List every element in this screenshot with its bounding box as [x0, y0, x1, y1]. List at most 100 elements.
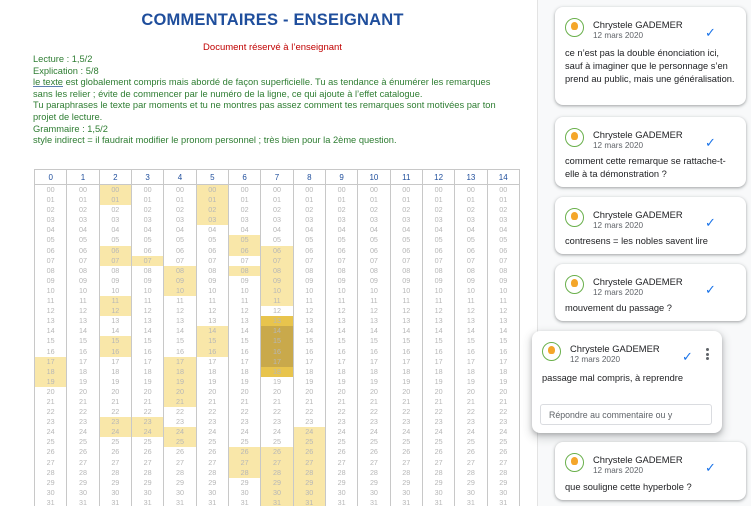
grid-column: 00 01 02 03 04 05 06 07 08 09 10 11 12 13 14 15 16 17 18 19…	[227, 184, 262, 506]
line-number: 28	[143, 467, 152, 477]
line-number: 23	[499, 417, 508, 427]
line-number: 09	[499, 275, 508, 285]
line-number: 24	[369, 427, 378, 437]
line-number: 27	[261, 457, 293, 468]
line-number: 22	[337, 407, 346, 417]
line-number: 16	[337, 346, 346, 356]
line-number: 27	[337, 457, 346, 467]
line-number: 15	[196, 336, 228, 347]
grid-column: 00 01 02 03 04 05 06 07 08 09 10 11 12 13 14 15 16 17 18 19…	[292, 184, 326, 506]
comment-card-5-active[interactable]: Chrystele GADEMER 12 mars 2020 ✓ passage…	[532, 331, 722, 433]
line-number: 31	[143, 497, 152, 506]
line-number: 06	[305, 245, 314, 255]
line-number: 00	[272, 185, 281, 194]
comment-card-6[interactable]: Chrystele GADEMER 12 mars 2020 ✓ que sou…	[555, 442, 746, 500]
comment-card-4[interactable]: Chrystele GADEMER 12 mars 2020 ✓ mouveme…	[555, 264, 746, 321]
line-number: 04	[78, 225, 87, 235]
line-number: 14	[261, 326, 293, 337]
comment-card-1[interactable]: Chrystele GADEMER 12 mars 2020 ✓ ce n’es…	[555, 7, 746, 105]
line-number: 28	[261, 467, 293, 478]
checkmark-icon[interactable]: ✓	[682, 349, 693, 365]
line-number: 28	[434, 467, 443, 477]
grid-column: 00 01 02 03 04 05 06 07 08 09 10 11 12 13 14 15 16 17 18 19…	[163, 184, 197, 506]
line-number: 10	[434, 285, 443, 295]
line-number: 15	[402, 336, 411, 346]
line-number: 20	[208, 386, 217, 396]
line-number: 20	[240, 386, 249, 396]
line-number: 29	[261, 477, 293, 488]
line-number: 26	[175, 447, 184, 457]
checkmark-icon[interactable]: ✓	[705, 282, 716, 298]
line-number: 28	[293, 467, 325, 478]
line-number: 25	[240, 437, 249, 447]
checkmark-icon[interactable]: ✓	[705, 215, 716, 231]
line-number: 24	[46, 427, 55, 437]
line-number: 06	[434, 245, 443, 255]
texte-link[interactable]: le texte	[33, 77, 63, 87]
comment-text: passage mal compris, à reprendre	[542, 373, 684, 383]
avatar-icon	[542, 342, 561, 361]
line-number: 11	[46, 296, 55, 306]
line-number: 31	[208, 497, 217, 506]
line-number: 15	[337, 336, 346, 346]
line-number: 29	[434, 477, 443, 487]
comment-card-2[interactable]: Chrystele GADEMER 12 mars 2020 ✓ comment…	[555, 117, 746, 187]
more-vert-icon[interactable]	[706, 348, 709, 362]
line-number: 02	[78, 205, 87, 215]
line-number: 18	[208, 366, 217, 376]
line-number: 03	[78, 215, 87, 225]
avatar-icon	[565, 18, 584, 37]
line-number: 05	[143, 235, 152, 245]
line-number: 08	[261, 265, 293, 276]
line-number: 05	[337, 235, 346, 245]
line-number: 01	[240, 195, 249, 205]
line-number: 09	[402, 275, 411, 285]
line-number: 30	[337, 487, 346, 497]
line-number: 29	[111, 477, 120, 487]
line-number: 26	[369, 447, 378, 457]
comment-card-3[interactable]: Chrystele GADEMER 12 mars 2020 ✓ contres…	[555, 197, 746, 254]
line-number: 11	[143, 296, 152, 306]
line-number: 04	[208, 225, 217, 235]
reply-input[interactable]: Répondre au commentaire ou y	[540, 404, 712, 425]
line-number: 27	[293, 457, 325, 468]
line-number: 21	[78, 396, 87, 406]
comment-date: 12 mars 2020	[570, 355, 621, 364]
grid-column-header: 4	[163, 169, 197, 185]
line-number: 03	[369, 215, 378, 225]
line-number: 29	[466, 477, 475, 487]
checkmark-icon[interactable]: ✓	[705, 135, 716, 151]
line-number: 14	[175, 326, 184, 336]
line-number: 09	[240, 275, 249, 285]
line-number: 16	[46, 346, 55, 356]
comment-date: 12 mars 2020	[593, 288, 644, 297]
line-number: 15	[305, 336, 314, 346]
line-number: 02	[272, 205, 281, 215]
line-number: 14	[369, 326, 378, 336]
line-number: 19	[434, 376, 443, 386]
checkmark-icon[interactable]: ✓	[705, 25, 716, 41]
line-number: 04	[402, 225, 411, 235]
line-number: 00	[99, 185, 131, 196]
line-number: 21	[111, 396, 120, 406]
line-number: 00	[240, 185, 249, 194]
line-number: 10	[466, 285, 475, 295]
line-number: 17	[369, 356, 378, 366]
line-number: 02	[46, 205, 55, 215]
line-number: 26	[434, 447, 443, 457]
line-number: 25	[78, 437, 87, 447]
line-number: 12	[305, 306, 314, 316]
line-number: 20	[402, 386, 411, 396]
line-number: 04	[143, 225, 152, 235]
checkmark-icon[interactable]: ✓	[705, 460, 716, 476]
line-number: 01	[196, 195, 228, 206]
line-number: 15	[46, 336, 55, 346]
line-number: 05	[175, 235, 184, 245]
line-number: 11	[434, 296, 443, 306]
line-number: 01	[272, 195, 281, 205]
line-number: 07	[369, 255, 378, 265]
line-number: 25	[499, 437, 508, 447]
line-number: 28	[208, 467, 217, 477]
line-number: 30	[261, 487, 293, 498]
line-number: 21	[369, 396, 378, 406]
